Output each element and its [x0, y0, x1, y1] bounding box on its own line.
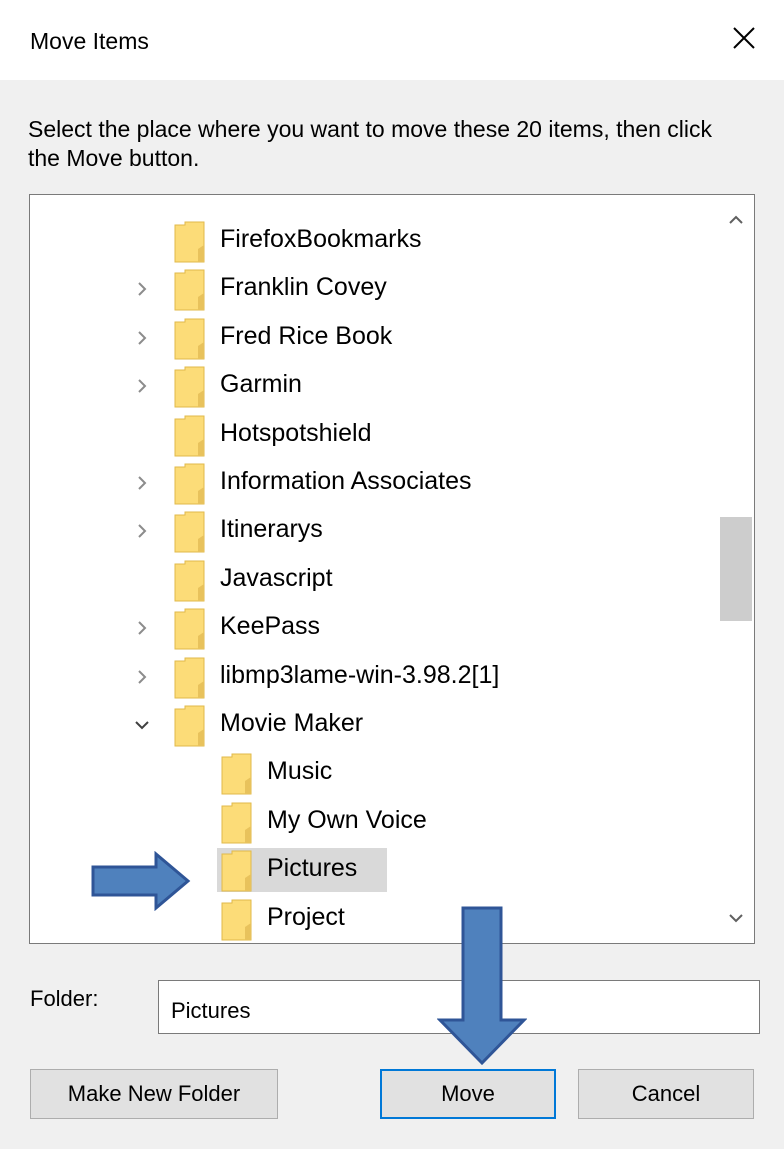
- dialog-title: Move Items: [30, 28, 149, 54]
- folder-icon: [174, 655, 205, 699]
- scroll-up-button[interactable]: [718, 203, 754, 239]
- tree-item-label: KeePass: [220, 612, 321, 641]
- cancel-button[interactable]: Cancel: [578, 1069, 754, 1119]
- tree-item-label: Movie Maker: [220, 709, 364, 737]
- move-button[interactable]: Move: [380, 1069, 556, 1119]
- tree-item-label: Franklin Covey: [220, 273, 387, 302]
- folder-icon: [174, 316, 205, 360]
- scroll-down-icon: [729, 910, 743, 928]
- tree-item-label: Itinerarys: [220, 515, 323, 544]
- scroll-up-icon: [729, 212, 743, 230]
- folder-tree[interactable]: FirefoxBookmarks Franklin Covey Fred Rice …: [29, 194, 755, 944]
- title-bar: Move Items: [0, 0, 784, 80]
- tree-item[interactable]: libmp3lame-win-3.98.2[1]: [138, 655, 690, 699]
- tree-item-label: libmp3lame-win-3.98.2[1]: [220, 660, 500, 689]
- tree-item-label: FirefoxBookmarks: [220, 225, 422, 253]
- tree-item[interactable]: Hotspotshield: [170, 413, 690, 457]
- make-new-folder-button[interactable]: Make New Folder: [30, 1069, 278, 1119]
- tree-item[interactable]: Garmin: [138, 364, 690, 408]
- tree-item[interactable]: Movie Maker: [135, 703, 690, 747]
- folder-icon: [174, 558, 205, 602]
- tree-item-label: My Own Voice: [267, 805, 427, 834]
- tree-item[interactable]: Itinerarys: [138, 509, 690, 553]
- folder-icon: [221, 751, 252, 795]
- chevron-right-icon[interactable]: [132, 279, 152, 299]
- vertical-scrollbar[interactable]: [718, 195, 754, 943]
- chevron-right-icon[interactable]: [132, 328, 152, 348]
- scrollbar-thumb[interactable]: [720, 517, 752, 621]
- close-icon: [732, 26, 756, 55]
- folder-icon: [221, 800, 252, 844]
- tree-item-label: Music: [267, 757, 333, 786]
- scroll-down-button[interactable]: [718, 901, 754, 937]
- tree-item[interactable]: FirefoxBookmarks: [170, 219, 690, 263]
- tree-item-label: Fred Rice Book: [220, 321, 393, 350]
- folder-icon: [174, 509, 205, 553]
- tree-item[interactable]: Javascript: [170, 558, 690, 602]
- tree-item[interactable]: Fred Rice Book: [138, 316, 690, 360]
- tree-item[interactable]: Information Associates: [138, 461, 690, 505]
- tree-item[interactable]: My Own Voice: [217, 800, 737, 844]
- folder-icon: [174, 364, 205, 408]
- folder-label: Folder:: [30, 986, 99, 1011]
- folder-icon: [174, 606, 205, 650]
- tree-item-label: Project: [267, 902, 345, 931]
- tree-item-label: Javascript: [220, 563, 333, 592]
- tree-item[interactable]: Music: [217, 751, 737, 795]
- blue-arrow-icon: [437, 906, 527, 1066]
- chevron-right-icon[interactable]: [132, 473, 152, 493]
- chevron-right-icon[interactable]: [132, 667, 152, 687]
- tree-item[interactable]: KeePass: [138, 606, 690, 650]
- folder-icon: [174, 461, 205, 505]
- chevron-right-icon[interactable]: [132, 618, 152, 638]
- folder-icon: [174, 219, 205, 263]
- instruction-text: Select the place where you want to move …: [28, 116, 712, 171]
- tree-item-label: Garmin: [220, 370, 302, 399]
- folder-icon: [174, 267, 205, 311]
- close-button[interactable]: [704, 0, 784, 80]
- folder-icon: [221, 897, 252, 941]
- chevron-right-icon[interactable]: [132, 521, 152, 541]
- blue-arrow-icon: [91, 851, 191, 911]
- chevron-right-icon[interactable]: [132, 376, 152, 396]
- folder-icon: [174, 703, 205, 747]
- tree-item-label: Hotspotshield: [220, 418, 372, 447]
- folder-icon: [221, 848, 252, 892]
- tree-item[interactable]: Franklin Covey: [138, 267, 690, 311]
- tree-item-label: Pictures: [267, 854, 358, 883]
- folder-icon: [174, 413, 205, 457]
- tree-item-label: Information Associates: [220, 467, 472, 495]
- tree-item[interactable]: Pictures: [217, 848, 387, 893]
- chevron-down-icon[interactable]: [132, 715, 152, 735]
